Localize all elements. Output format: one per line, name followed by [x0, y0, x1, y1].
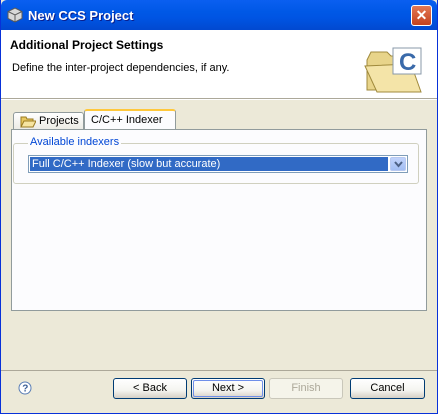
tab-projects[interactable]: Projects	[13, 112, 84, 129]
dialog-window: New CCS Project ✕ Additional Project Set…	[0, 0, 438, 414]
svg-text:?: ?	[22, 384, 28, 395]
finish-button[interactable]: Finish	[269, 378, 343, 399]
svg-text:C: C	[399, 49, 416, 76]
c-project-folder-icon: C	[364, 47, 422, 93]
page-description: Define the inter-project dependencies, i…	[12, 62, 230, 74]
chevron-down-icon	[394, 161, 403, 168]
available-indexers-label: Available indexers	[28, 136, 122, 148]
header-separator	[1, 99, 437, 100]
indexer-select-value: Full C/C++ Indexer (slow but accurate)	[30, 157, 388, 171]
footer-separator	[1, 370, 437, 371]
tab-cpp-indexer[interactable]: C/C++ Indexer	[84, 109, 176, 129]
close-icon: ✕	[415, 7, 428, 23]
ccs-project-icon	[7, 7, 23, 23]
indexer-dropdown-button[interactable]	[390, 157, 406, 171]
help-icon[interactable]: ?	[18, 381, 32, 395]
folder-open-icon	[20, 116, 36, 128]
indexer-select[interactable]: Full C/C++ Indexer (slow but accurate)	[28, 155, 408, 173]
title-bar[interactable]: New CCS Project ✕	[1, 0, 437, 30]
window-title: New CCS Project	[28, 8, 134, 23]
page-title: Additional Project Settings	[10, 38, 164, 52]
tab-cpp-indexer-label: C/C++ Indexer	[91, 114, 163, 126]
tab-projects-label: Projects	[39, 115, 79, 127]
next-button[interactable]: Next >	[191, 378, 265, 399]
cancel-button[interactable]: Cancel	[350, 378, 425, 399]
wizard-header: Additional Project Settings Define the i…	[1, 30, 437, 99]
back-button[interactable]: < Back	[113, 378, 187, 399]
close-button[interactable]: ✕	[411, 5, 432, 26]
